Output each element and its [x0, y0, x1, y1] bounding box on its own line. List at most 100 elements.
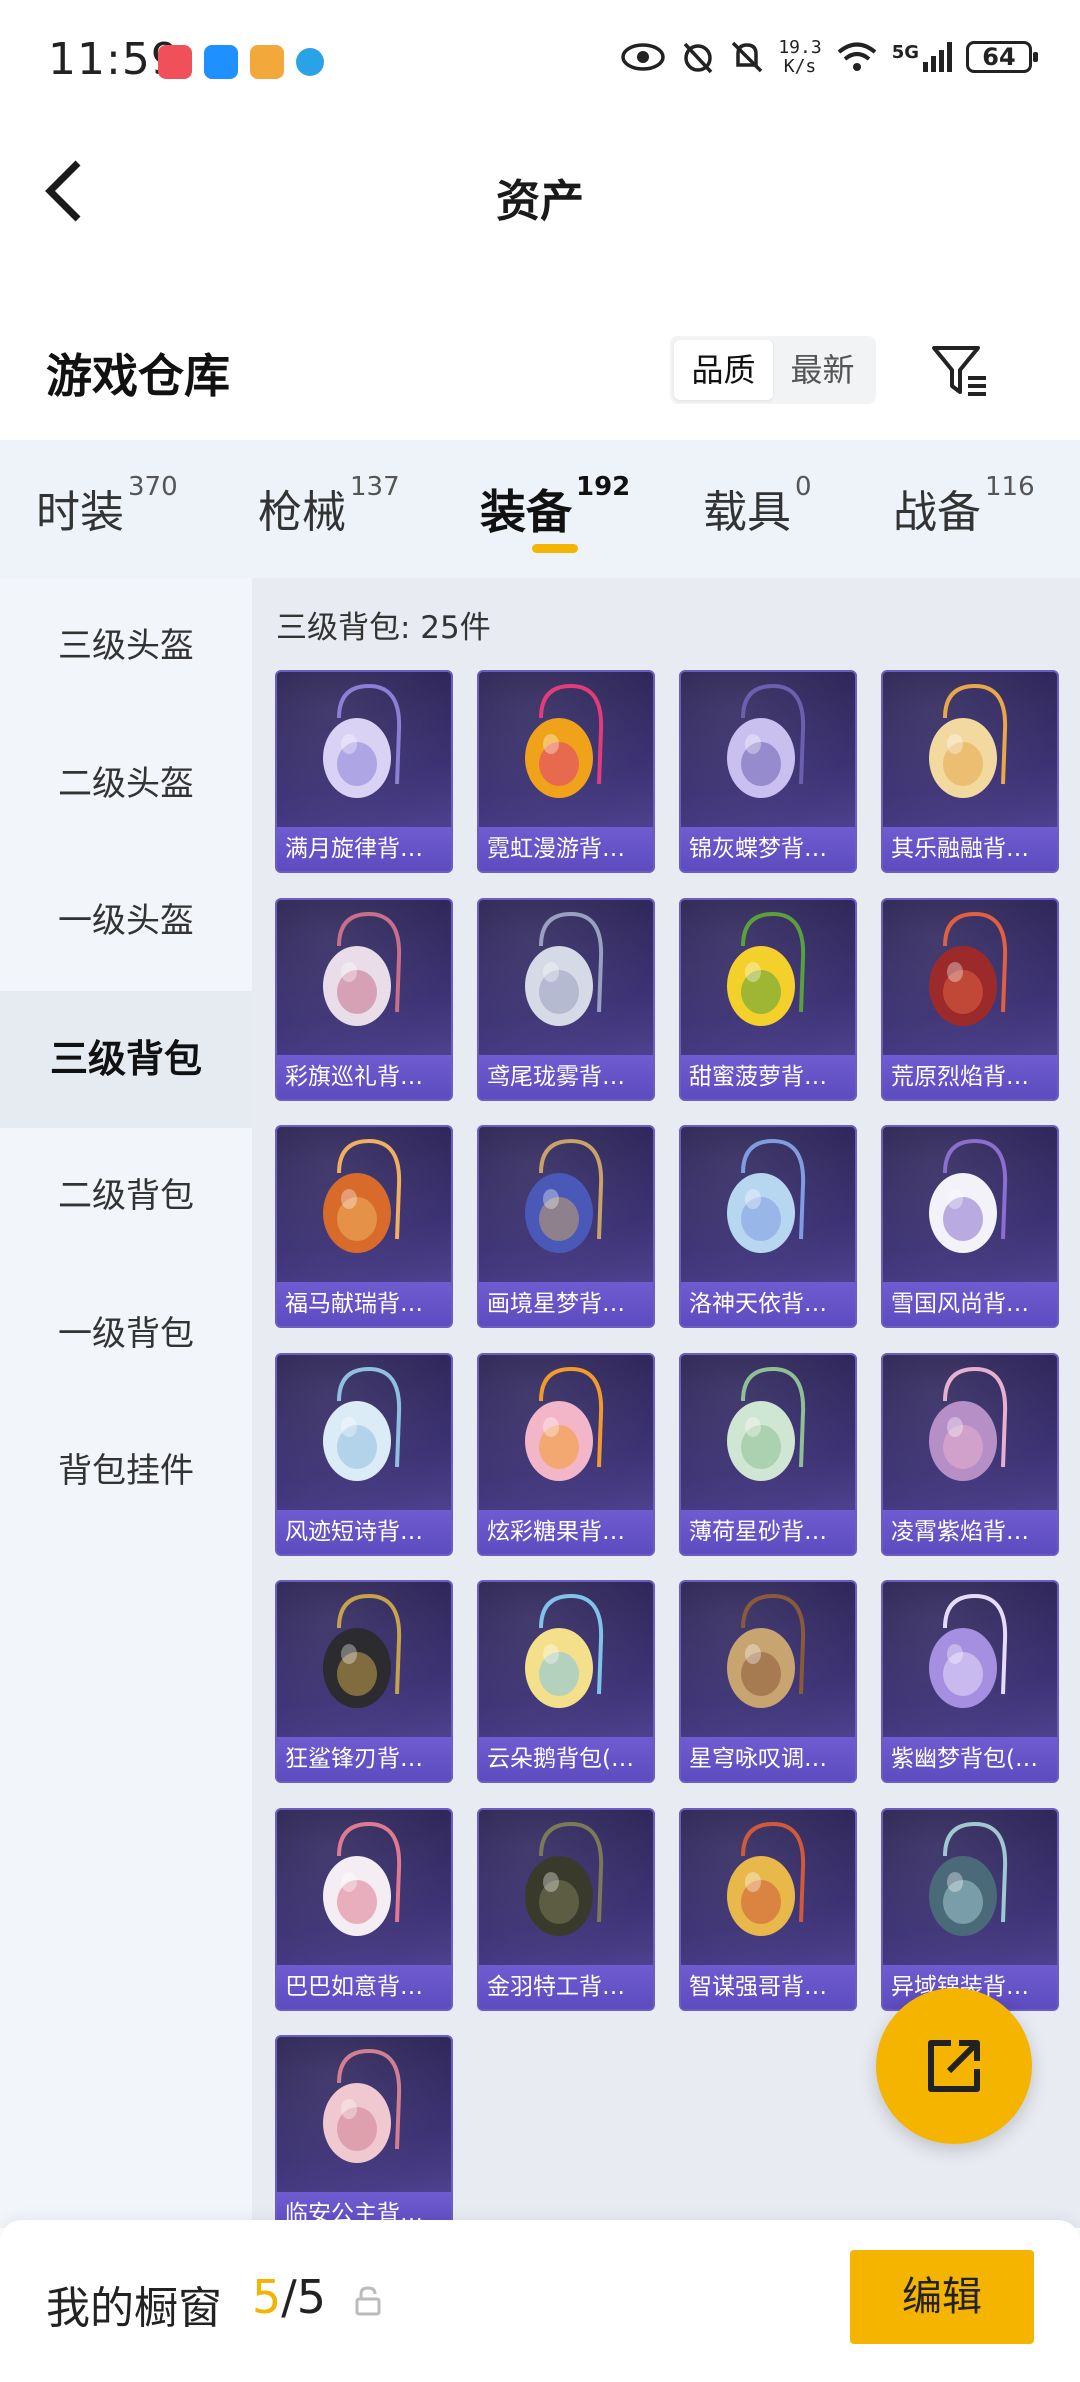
- backpack-icon: [323, 911, 402, 1026]
- notification-icons: [158, 45, 324, 79]
- category-tabs: 时装 370 枪械 137 装备 192 载具 0 战备 116: [0, 440, 1080, 578]
- sort-newest-button[interactable]: 最新: [773, 340, 872, 400]
- backpack-icon: [525, 1366, 604, 1481]
- filter-button[interactable]: [928, 338, 992, 402]
- item-name: 风迹短诗背…: [277, 1509, 451, 1554]
- backpack-icon: [929, 911, 1008, 1026]
- item-card[interactable]: 锦灰蝶梦背…: [679, 670, 857, 873]
- backpack-icon: [525, 1593, 604, 1708]
- item-card[interactable]: 炫彩糖果背…: [477, 1352, 655, 1556]
- active-tab-indicator: [532, 544, 578, 553]
- eye-icon: [621, 43, 666, 71]
- item-card[interactable]: 狂鲨锋刃背…: [275, 1580, 453, 1783]
- sort-quality-button[interactable]: 品质: [674, 340, 773, 400]
- item-name: 巴巴如意背…: [277, 1964, 451, 2009]
- item-card[interactable]: 鸢尾珑雾背…: [477, 897, 655, 1101]
- item-card[interactable]: 洛神天依背…: [679, 1125, 857, 1328]
- battery-indicator: 64: [966, 41, 1038, 73]
- share-icon: [928, 2040, 980, 2092]
- mute-icon: [732, 41, 763, 73]
- item-name: 甜蜜菠萝背…: [681, 1054, 855, 1099]
- sidebar-item-level1-backpack[interactable]: 一级背包: [0, 1266, 252, 1404]
- warehouse-header: 游戏仓库 品质 最新: [0, 300, 1080, 440]
- item-card[interactable]: 霓虹漫游背…: [477, 670, 655, 873]
- item-card[interactable]: 紫幽梦背包(…: [881, 1580, 1059, 1783]
- app-header: 资产: [0, 125, 1080, 255]
- signal-icon: [923, 42, 952, 72]
- item-card[interactable]: 云朵鹅背包(…: [477, 1580, 655, 1783]
- item-card[interactable]: 其乐融融背…: [881, 670, 1059, 873]
- backpack-icon: [525, 911, 604, 1026]
- backpack-icon: [727, 911, 806, 1026]
- item-name: 其乐融融背…: [883, 827, 1057, 871]
- item-name: 金羽特工背…: [479, 1964, 653, 2009]
- item-card[interactable]: 星穹咏叹调…: [679, 1580, 857, 1783]
- item-name: 福马献瑞背…: [277, 1282, 451, 1326]
- item-card[interactable]: 福马献瑞背…: [275, 1125, 453, 1328]
- network-type: 5G: [891, 42, 919, 63]
- backpack-icon: [525, 1138, 604, 1253]
- backpack-icon: [929, 1366, 1008, 1481]
- showcase-bar: 我的橱窗 5/5 编辑: [0, 2220, 1080, 2382]
- backpack-icon: [323, 1593, 402, 1708]
- backpack-icon: [323, 1821, 402, 1936]
- item-card[interactable]: 甜蜜菠萝背…: [679, 897, 857, 1101]
- item-name: 满月旋律背…: [277, 827, 451, 871]
- page-title: 资产: [496, 176, 584, 227]
- showcase-count: 5/5: [252, 2270, 327, 2324]
- backpack-icon: [929, 1593, 1008, 1708]
- mail-app-icon: [158, 45, 192, 79]
- item-card[interactable]: 风迹短诗背…: [275, 1352, 453, 1556]
- tab-supplies[interactable]: 战备 116: [893, 472, 1035, 546]
- filter-icon: [932, 346, 986, 396]
- tab-equipment[interactable]: 装备 192: [480, 472, 630, 546]
- backpack-icon: [525, 1821, 604, 1936]
- tab-weapons[interactable]: 枪械 137: [258, 472, 400, 546]
- item-grid-panel: 三级背包: 25件 满月旋律背… 霓虹漫游背… 锦灰蝶梦背… 其乐融融背… 彩旗巡礼背……: [252, 578, 1080, 2228]
- item-name: 智谋强哥背…: [681, 1964, 855, 2009]
- status-bar: 11:59 19.3 K/s 5G 64: [0, 0, 1080, 125]
- sidebar-item-level1-helmet[interactable]: 一级头盔: [0, 853, 252, 991]
- item-card[interactable]: 雪国风尚背…: [881, 1125, 1059, 1328]
- item-card[interactable]: 凌霄紫焰背…: [881, 1352, 1059, 1556]
- sort-toggle: 品质 最新: [670, 336, 876, 404]
- message-app-icon: [204, 45, 238, 79]
- edit-button[interactable]: 编辑: [850, 2250, 1034, 2344]
- item-name: 彩旗巡礼背…: [277, 1054, 451, 1099]
- item-card[interactable]: 荒原烈焰背…: [881, 897, 1059, 1101]
- item-card[interactable]: 满月旋律背…: [275, 670, 453, 873]
- item-name: 画境星梦背…: [479, 1282, 653, 1326]
- backpack-icon: [727, 1821, 806, 1936]
- backpack-icon: [929, 1821, 1008, 1936]
- item-name: 雪国风尚背…: [883, 1282, 1057, 1326]
- tab-fashion[interactable]: 时装 370: [36, 472, 178, 546]
- tab-vehicles[interactable]: 载具 0: [703, 472, 812, 546]
- item-count-label: 三级背包: 25件: [276, 610, 491, 646]
- sidebar-item-backpack-pendant[interactable]: 背包挂件: [0, 1403, 252, 1541]
- item-card[interactable]: 彩旗巡礼背…: [275, 897, 453, 1101]
- backpack-icon: [929, 683, 1008, 798]
- item-card[interactable]: 智谋强哥背…: [679, 1807, 857, 2011]
- wifi-icon: [837, 42, 876, 71]
- item-card[interactable]: 画境星梦背…: [477, 1125, 655, 1328]
- backpack-icon: [727, 683, 806, 798]
- backpack-icon: [727, 1593, 806, 1708]
- item-name: 霓虹漫游背…: [479, 827, 653, 871]
- backpack-icon: [323, 1366, 402, 1481]
- sidebar-item-level2-backpack[interactable]: 二级背包: [0, 1128, 252, 1266]
- item-name: 锦灰蝶梦背…: [681, 827, 855, 871]
- sidebar-item-level3-backpack[interactable]: 三级背包: [0, 990, 252, 1128]
- item-card[interactable]: 巴巴如意背…: [275, 1807, 453, 2011]
- sidebar-item-level3-helmet[interactable]: 三级头盔: [0, 578, 252, 716]
- item-name: 薄荷星砂背…: [681, 1509, 855, 1554]
- section-title: 游戏仓库: [46, 349, 230, 403]
- game-app-icon: [250, 45, 284, 79]
- lock-icon: [355, 2286, 381, 2316]
- share-button[interactable]: [876, 1988, 1032, 2144]
- sidebar-item-level2-helmet[interactable]: 二级头盔: [0, 716, 252, 854]
- item-card[interactable]: 金羽特工背…: [477, 1807, 655, 2011]
- item-card[interactable]: 临安公主背…: [275, 2035, 453, 2228]
- item-card[interactable]: 异域锦装背…: [881, 1807, 1059, 2011]
- status-indicators: 19.3 K/s 5G 64: [620, 38, 1038, 76]
- item-card[interactable]: 薄荷星砂背…: [679, 1352, 857, 1556]
